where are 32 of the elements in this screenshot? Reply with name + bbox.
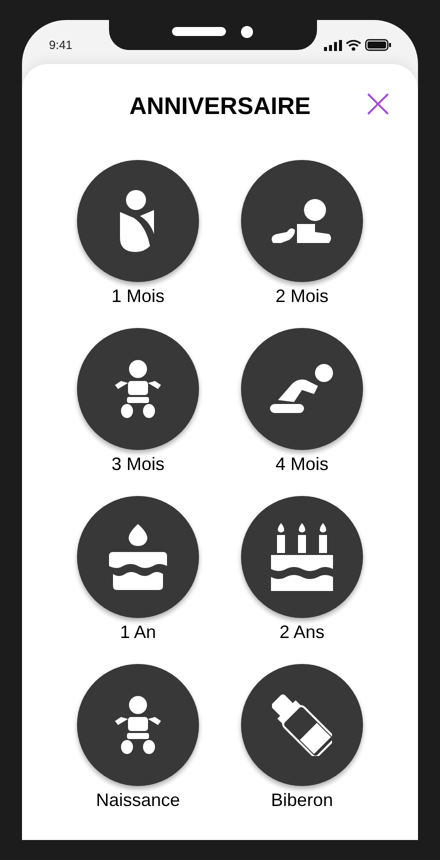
milestone-label: 4 Mois bbox=[275, 453, 328, 476]
baby-icon bbox=[115, 359, 161, 419]
milestone-option[interactable]: 1 An bbox=[77, 496, 199, 644]
baby-icon bbox=[115, 695, 161, 755]
crawling-baby-icon bbox=[271, 198, 333, 244]
milestone-label: 2 Ans bbox=[279, 621, 325, 644]
status-time: 9:41 bbox=[49, 37, 72, 54]
milestone-option[interactable]: 4 Mois bbox=[241, 328, 363, 476]
baby-bottle-icon bbox=[272, 694, 332, 756]
speaker bbox=[172, 27, 226, 36]
signal-icon bbox=[324, 40, 342, 50]
birthday-cake-icon bbox=[271, 523, 333, 591]
milestone-option[interactable]: 2 Ans bbox=[241, 496, 363, 644]
milestone-label: Biberon bbox=[270, 789, 334, 812]
milestone-option[interactable]: 3 Mois bbox=[77, 328, 199, 476]
crouching-baby-icon bbox=[270, 364, 334, 414]
milestone-label: 2 Mois bbox=[275, 285, 328, 308]
milestone-option[interactable]: 2 Mois bbox=[241, 160, 363, 308]
cake-icon bbox=[109, 524, 167, 590]
battery-icon bbox=[365, 39, 391, 51]
close-icon bbox=[367, 93, 389, 115]
milestone-label: 3 Mois bbox=[111, 453, 164, 476]
milestone-label: 1 An bbox=[120, 621, 156, 644]
modal-title: ANNIVERSAIRE bbox=[129, 92, 311, 122]
milestone-option[interactable]: Biberon bbox=[241, 664, 363, 812]
milestone-label: Naissance bbox=[96, 789, 180, 812]
wifi-icon bbox=[346, 40, 361, 50]
close-button[interactable] bbox=[366, 92, 390, 116]
swaddled-baby-icon bbox=[120, 190, 156, 252]
milestone-label: 1 Mois bbox=[111, 285, 164, 308]
milestone-option[interactable]: Naissance bbox=[77, 664, 199, 812]
milestone-option[interactable]: 1 Mois bbox=[77, 160, 199, 308]
